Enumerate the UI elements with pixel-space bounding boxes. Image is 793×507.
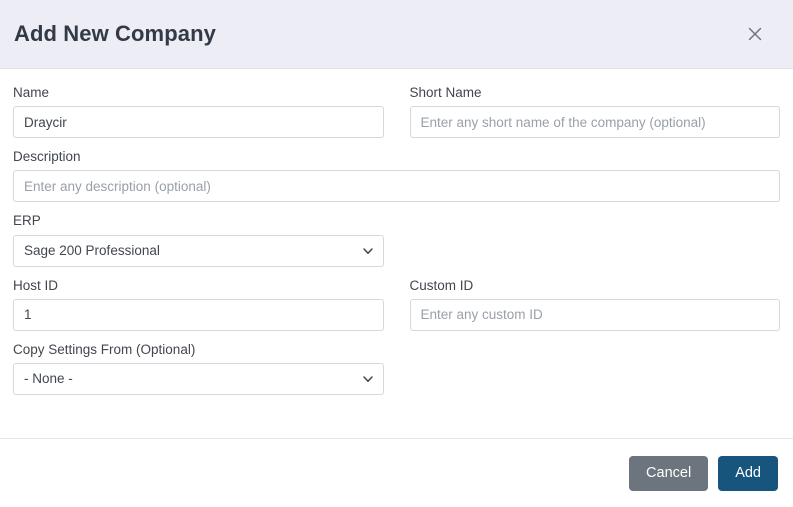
field-group-description: Description	[13, 149, 780, 203]
form-row-copy-settings: Copy Settings From (Optional)	[13, 342, 780, 395]
add-new-company-dialog: Add New Company Name Short Name D	[0, 0, 793, 507]
erp-select-wrapper	[13, 234, 384, 267]
form-row-description: Description	[13, 149, 780, 203]
dialog-body: Name Short Name Description ERP	[0, 69, 793, 438]
copy-settings-from-select-wrapper	[13, 362, 384, 395]
form-row-name: Name Short Name	[13, 85, 780, 139]
field-group-erp: ERP	[13, 213, 384, 267]
form-row-erp: ERP	[13, 213, 781, 267]
copy-settings-from-select[interactable]	[13, 362, 384, 395]
add-button[interactable]: Add	[718, 455, 778, 491]
field-group-short-name: Short Name	[409, 85, 780, 139]
host-id-label: Host ID	[13, 277, 59, 293]
short-name-input[interactable]	[409, 106, 780, 139]
dialog-header: Add New Company	[0, 0, 793, 69]
cancel-button[interactable]: Cancel	[629, 455, 709, 491]
close-icon	[745, 24, 765, 44]
close-button[interactable]	[738, 17, 772, 51]
custom-id-input[interactable]	[409, 298, 780, 331]
name-input[interactable]	[13, 106, 384, 139]
short-name-label: Short Name	[409, 85, 482, 100]
host-id-input[interactable]	[13, 298, 384, 331]
field-group-copy-settings-from: Copy Settings From (Optional)	[13, 342, 384, 395]
description-label: Description	[13, 149, 81, 165]
field-group-host-id: Host ID	[13, 278, 384, 331]
custom-id-label: Custom ID	[409, 277, 474, 293]
page-title: Add New Company	[14, 21, 216, 46]
erp-label: ERP	[13, 213, 41, 229]
field-group-copy-settings-spacer	[410, 342, 781, 395]
copy-settings-from-label: Copy Settings From (Optional)	[13, 341, 196, 357]
form-row-ids: Host ID Custom ID	[13, 278, 780, 331]
erp-select[interactable]	[13, 234, 384, 267]
description-input[interactable]	[13, 170, 780, 203]
field-group-name: Name	[13, 85, 384, 139]
field-group-erp-spacer	[410, 213, 781, 266]
field-group-custom-id: Custom ID	[409, 277, 780, 331]
dialog-footer: Cancel Add	[0, 438, 793, 507]
name-label: Name	[13, 85, 50, 100]
